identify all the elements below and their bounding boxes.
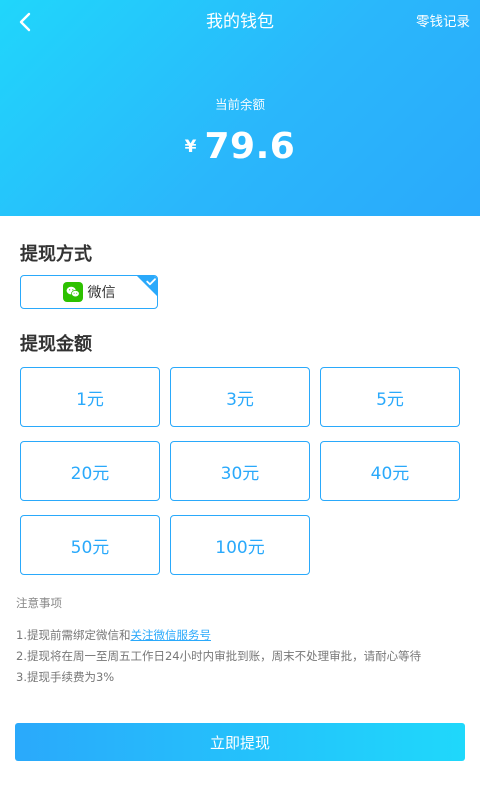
- wechat-method-option[interactable]: 微信: [20, 275, 158, 309]
- withdraw-now-button[interactable]: 立即提现: [15, 723, 465, 761]
- amount-option-30[interactable]: 30元: [170, 441, 310, 501]
- balance-label: 当前余额: [214, 97, 265, 112]
- note-line-3: 3.提现手续费为3%: [16, 670, 115, 684]
- balance-amount: 79.6: [204, 126, 296, 167]
- withdraw-amount-title: 提现金额: [20, 334, 92, 355]
- follow-service-account-link[interactable]: 关注微信服务号: [130, 628, 211, 642]
- withdraw-method-title: 提现方式: [20, 244, 92, 265]
- amount-option-1[interactable]: 1元: [20, 367, 160, 427]
- selected-check-icon: [137, 276, 157, 296]
- amount-option-50[interactable]: 50元: [20, 515, 160, 575]
- amount-option-20[interactable]: 20元: [20, 441, 160, 501]
- amount-option-40[interactable]: 40元: [320, 441, 460, 501]
- note-line-1: 1.提现前需绑定微信和关注微信服务号: [16, 627, 211, 643]
- change-records-link[interactable]: 零钱记录: [416, 12, 470, 32]
- amount-option-3[interactable]: 3元: [170, 367, 310, 427]
- wallet-header: 我的钱包 零钱记录 当前余额 ¥79.6: [0, 0, 480, 216]
- notes-title: 注意事项: [16, 596, 62, 610]
- amount-option-100[interactable]: 100元: [170, 515, 310, 575]
- wechat-icon: [62, 282, 83, 302]
- note-line-2: 2.提现将在周一至周五工作日24小时内审批到账，周末不处理审批，请耐心等待: [16, 649, 422, 663]
- note-line-1-text: 1.提现前需绑定微信和: [16, 628, 131, 642]
- amount-option-5[interactable]: 5元: [320, 367, 460, 427]
- currency-symbol: ¥: [184, 136, 197, 157]
- wechat-method-label: 微信: [87, 285, 116, 301]
- page-title: 我的钱包: [206, 12, 274, 32]
- balance-display: ¥79.6: [0, 126, 480, 167]
